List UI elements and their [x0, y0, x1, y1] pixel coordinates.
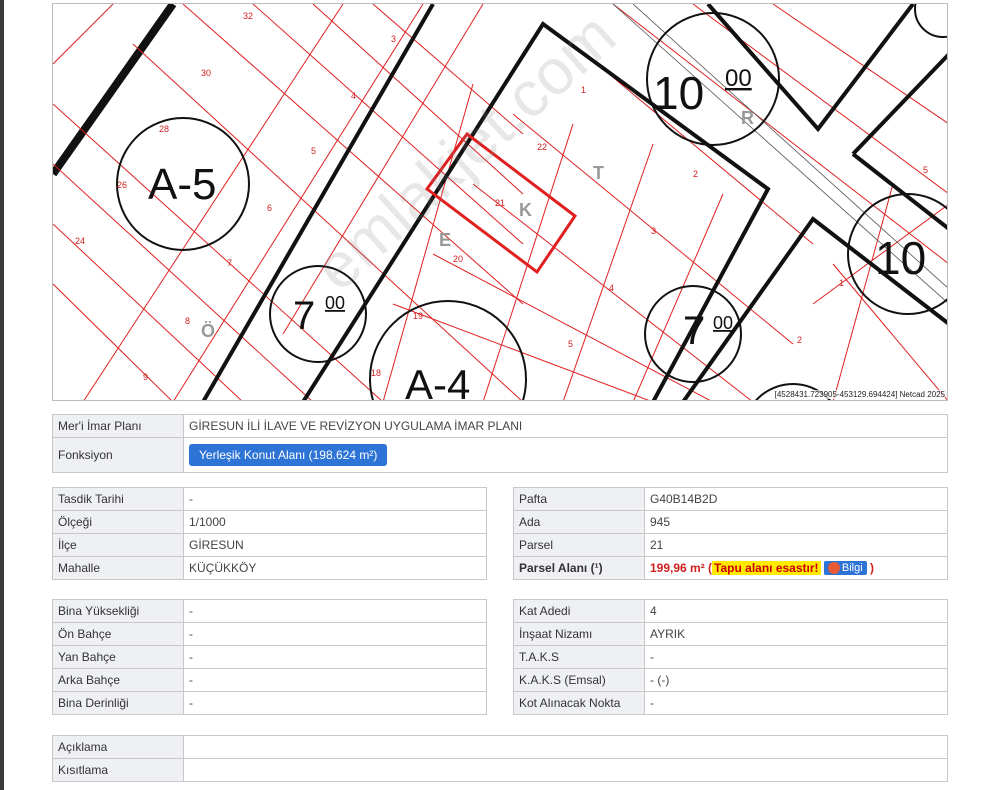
info-value: AYRIK: [644, 622, 948, 646]
zone-label-a4: A-4: [405, 361, 470, 401]
plan-value: GİRESUN İLİ İLAVE VE REVİZYON UYGULAMA İ…: [183, 414, 948, 438]
general-info-table: Tasdik Tarihi - Ölçeği 1/1000 İlçe GİRESUN …: [52, 487, 487, 580]
street-letter-r: R: [741, 108, 754, 128]
map-coordinates: [4528431.723905-453129.694424] Netcad 20…: [774, 390, 945, 399]
parcel-number: 1: [839, 278, 844, 288]
notes-label: Açıklama: [52, 735, 184, 759]
info-value: -: [183, 487, 487, 511]
parcel-number: 1: [581, 85, 586, 95]
function-label: Fonksiyon: [52, 437, 184, 473]
parcel-number: 4: [609, 283, 614, 293]
parcel-number: 32: [243, 11, 253, 21]
info-label: Ada: [513, 510, 645, 534]
info-value: 1/1000: [183, 510, 487, 534]
info-value: -: [183, 691, 487, 715]
map-drawing: A-5 A-4 10 00 7 00 7 00 10 R T K E Ö 32 …: [53, 4, 947, 401]
plan-label: Mer'i İmar Planı: [52, 414, 184, 438]
parcel-number: 28: [159, 124, 169, 134]
info-value: - (-): [644, 668, 948, 692]
info-value: -: [183, 599, 487, 623]
parcel-number: 4: [351, 91, 356, 101]
height-sup-00-right: 00: [713, 313, 733, 333]
parcel-number: 2: [797, 335, 802, 345]
parcel-number: 21: [495, 198, 505, 208]
info-value: 945: [644, 510, 948, 534]
parcel-number: 5: [923, 165, 928, 175]
info-value: GİRESUN: [183, 533, 487, 557]
parcel-number: 22: [537, 142, 547, 152]
zone-label-a5: A-5: [148, 160, 216, 209]
info-label: T.A.K.S: [513, 645, 645, 669]
street-letter-e: E: [439, 230, 451, 250]
height-label-10-right: 10: [875, 232, 926, 284]
info-label: Mahalle: [52, 556, 184, 580]
function-button[interactable]: Yerleşik Konut Alanı (198.624 m²): [189, 444, 388, 466]
info-label: Bina Yüksekliği: [52, 599, 184, 623]
info-label: Yan Bahçe: [52, 645, 184, 669]
height-sup-00-left: 00: [325, 293, 345, 313]
tapu-note: Tapu alanı esastır!: [712, 560, 821, 575]
parcel-area-label: Parsel Alanı (¹): [513, 556, 645, 580]
building-info-table: Bina Yüksekliği - Ön Bahçe - Yan Bahçe - Ar…: [52, 599, 487, 715]
info-label: Arka Bahçe: [52, 668, 184, 692]
window-edge: [0, 0, 4, 790]
parcel-number: 7: [227, 258, 232, 268]
street-letter-t: T: [593, 163, 604, 183]
parcel-number: 30: [201, 68, 211, 78]
parcel-number: 24: [75, 236, 85, 246]
parcel-number: 3: [391, 34, 396, 44]
parcel-number: 5: [311, 146, 316, 156]
info-value: 21: [644, 533, 948, 557]
info-label: Ön Bahçe: [52, 622, 184, 646]
info-button-label: Bilgi: [841, 562, 863, 575]
info-value: -: [183, 668, 487, 692]
street-letter-k: K: [519, 200, 532, 220]
zoning-map[interactable]: A-5 A-4 10 00 7 00 7 00 10 R T K E Ö 32 …: [52, 3, 948, 401]
info-label: Bina Derinliği: [52, 691, 184, 715]
info-value: KÜÇÜKKÖY: [183, 556, 487, 580]
info-label: Tasdik Tarihi: [52, 487, 184, 511]
parcel-number: 9: [143, 372, 148, 382]
info-value: 4: [644, 599, 948, 623]
height-label-7-right: 7: [683, 309, 705, 353]
parcel-number: 6: [267, 203, 272, 213]
parcel-number: 20: [453, 254, 463, 264]
parcel-number: 2: [693, 169, 698, 179]
info-label: Pafta: [513, 487, 645, 511]
street-letter-o: Ö: [201, 321, 215, 341]
plan-table: Mer'i İmar Planı GİRESUN İLİ İLAVE VE RE…: [52, 414, 948, 473]
info-button[interactable]: Bilgi: [823, 561, 867, 576]
info-label: K.A.K.S (Emsal): [513, 668, 645, 692]
info-icon: [827, 562, 840, 575]
info-label: İlçe: [52, 533, 184, 557]
height-label-10-top: 10: [653, 67, 704, 119]
info-label: Kat Adedi: [513, 599, 645, 623]
parcel-number: 19: [413, 311, 423, 321]
info-value: -: [644, 645, 948, 669]
parcel-area-value: 199,96 m²: [650, 560, 705, 575]
notes-label: Kısıtlama: [52, 758, 184, 782]
paren-close: ): [870, 560, 875, 575]
notes-value: [183, 758, 948, 782]
info-value: -: [183, 622, 487, 646]
parcel-info-table: Pafta G40B14B2D Ada 945 Parsel 21 Parsel Al…: [513, 487, 948, 580]
info-label: Ölçeği: [52, 510, 184, 534]
height-label-7-left: 7: [293, 294, 315, 338]
parcel-number: 3: [651, 226, 656, 236]
info-value: -: [644, 691, 948, 715]
parcel-number: 8: [185, 316, 190, 326]
parcel-number: 5: [568, 339, 573, 349]
height-sup-00-top: 00: [725, 65, 752, 92]
info-label: Parsel: [513, 533, 645, 557]
notes-table: Açıklama Kısıtlama: [52, 735, 948, 782]
info-label: İnşaat Nizamı: [513, 622, 645, 646]
notes-value: [183, 735, 948, 759]
construction-info-table: Kat Adedi 4 İnşaat Nizamı AYRIK T.A.K.S - K…: [513, 599, 948, 715]
info-value: -: [183, 645, 487, 669]
parcel-number: 26: [117, 180, 127, 190]
info-value: G40B14B2D: [644, 487, 948, 511]
info-label: Kot Alınacak Nokta: [513, 691, 645, 715]
parcel-number: 18: [371, 368, 381, 378]
